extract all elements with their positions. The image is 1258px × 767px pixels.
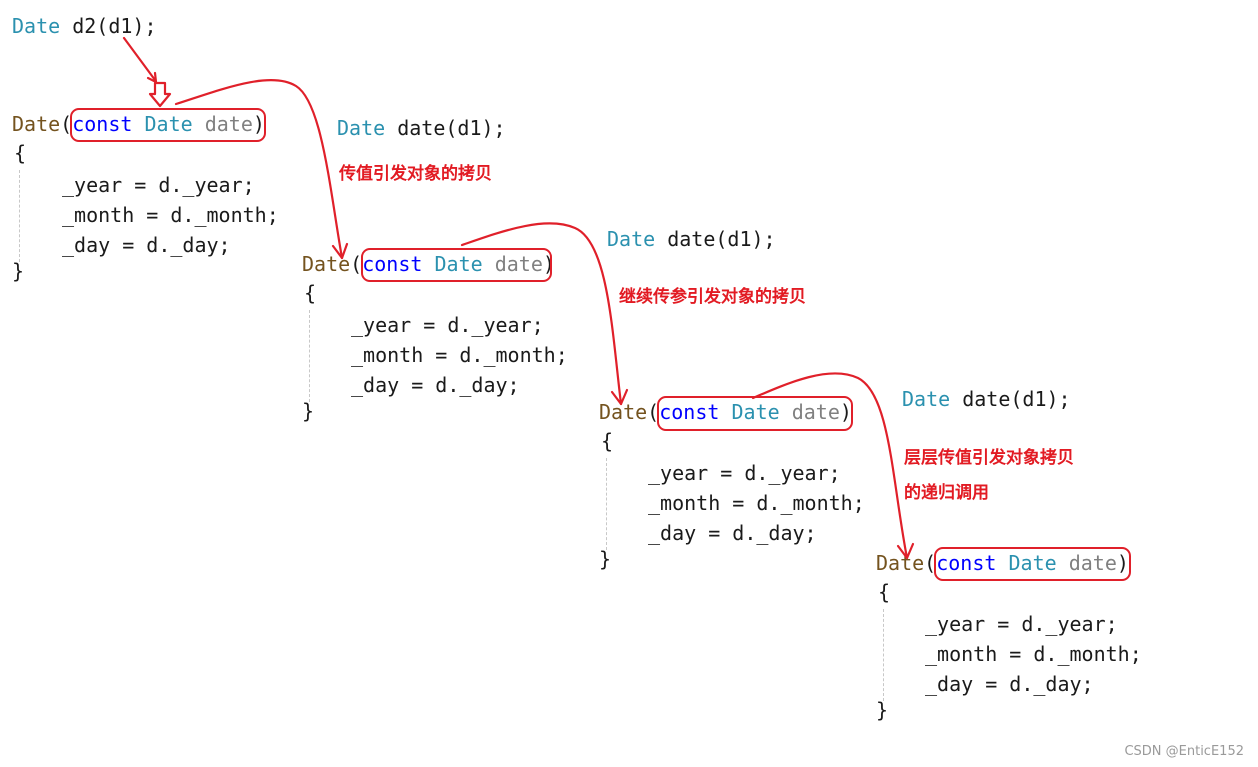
hollow-down-arrow (148, 81, 172, 108)
arrow-call-to-param (122, 36, 157, 82)
watermark: CSDN @EnticE152 (1124, 744, 1244, 759)
curved-arrow-1 (174, 78, 344, 260)
curved-arrow-3 (751, 372, 909, 560)
curved-arrow-2 (460, 222, 623, 406)
recursion-arrows (122, 36, 915, 560)
